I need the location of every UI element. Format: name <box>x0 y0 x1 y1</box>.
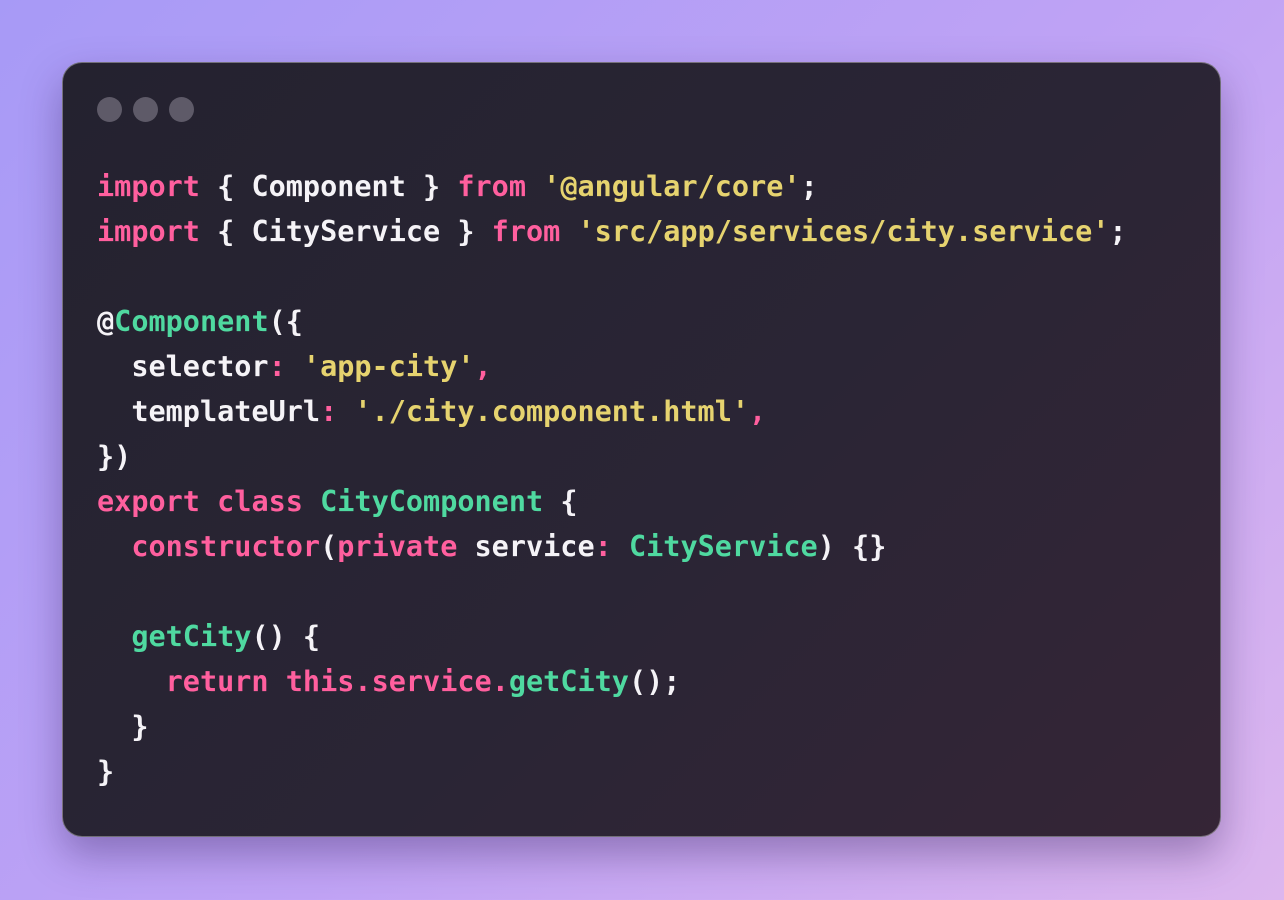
code-token-keyword: class <box>217 485 303 518</box>
code-token-func: CityService <box>628 530 818 563</box>
code-token-keyword: import <box>97 170 200 203</box>
code-line: } <box>97 704 1127 749</box>
code-token-plain: (); <box>628 665 681 698</box>
code-token-punct: : <box>320 395 355 428</box>
code-token-func: getCity <box>131 620 252 653</box>
code-token-func: getCity <box>508 665 629 698</box>
code-token-punct: : <box>268 350 303 383</box>
code-token-plain: ({ <box>268 305 303 338</box>
code-line: import { Component } from '@angular/core… <box>97 164 1127 209</box>
code-token-plain: templateUrl <box>97 395 321 428</box>
code-token-punct: . <box>354 665 372 698</box>
code-token-punct: . <box>491 665 509 698</box>
code-token-string: './city.component.html' <box>354 395 750 428</box>
code-token-plain: ) {} <box>817 530 887 563</box>
code-token-plain: CityService <box>251 215 441 248</box>
code-token-keyword: constructor <box>131 530 321 563</box>
code-token-plain: } <box>97 710 149 743</box>
code-token-keyword: import <box>97 215 200 248</box>
code-token-plain: Component <box>251 170 406 203</box>
code-token-plain: } <box>405 170 458 203</box>
code-line: getCity() { <box>97 614 1127 659</box>
code-line: import { CityService } from 'src/app/ser… <box>97 209 1127 254</box>
code-token-string: 'src/app/services/city.service' <box>577 215 1110 248</box>
code-line: }) <box>97 434 1127 479</box>
code-token-plain: ( <box>320 530 338 563</box>
code-token-plain: selector <box>97 350 269 383</box>
code-token-plain: { <box>199 215 252 248</box>
code-token-keyword: service <box>371 665 492 698</box>
code-token-plain: service <box>457 530 595 563</box>
code-line: templateUrl: './city.component.html', <box>97 389 1127 434</box>
code-token-plain: { <box>199 170 252 203</box>
code-window: import { Component } from '@angular/core… <box>62 62 1221 837</box>
code-token-func: CityComponent <box>320 485 544 518</box>
code-token-plain: { <box>543 485 578 518</box>
minimize-dot-icon[interactable] <box>133 97 158 122</box>
code-token-plain: ; <box>800 170 818 203</box>
code-token-keyword: return <box>165 665 269 698</box>
code-token-plain: } <box>97 755 115 788</box>
code-token-keyword: from <box>491 215 561 248</box>
code-token-keyword: export <box>97 485 200 518</box>
code-line: constructor(private service: CityService… <box>97 524 1127 569</box>
code-token-punct: , <box>474 350 492 383</box>
code-token-string: '@angular/core' <box>543 170 801 203</box>
code-token-plain: @ <box>97 305 115 338</box>
code-line: selector: 'app-city', <box>97 344 1127 389</box>
code-token-plain: }) <box>97 440 132 473</box>
code-token-plain: () { <box>251 620 321 653</box>
code-token-plain: ; <box>1109 215 1127 248</box>
code-block: import { Component } from '@angular/core… <box>97 164 1127 794</box>
code-line: return this.service.getCity(); <box>97 659 1127 704</box>
code-token-func: Component <box>114 305 269 338</box>
code-token-punct: : <box>594 530 629 563</box>
code-token-keyword: private <box>337 530 458 563</box>
code-line: export class CityComponent { <box>97 479 1127 524</box>
code-token-plain: } <box>440 215 492 248</box>
close-dot-icon[interactable] <box>97 97 122 122</box>
zoom-dot-icon[interactable] <box>169 97 194 122</box>
code-token-punct: , <box>749 395 767 428</box>
code-token-string: 'app-city' <box>302 350 475 383</box>
code-line: @Component({ <box>97 299 1127 344</box>
window-controls <box>97 97 194 122</box>
code-line: } <box>97 749 1127 794</box>
code-token-keyword: from <box>457 170 526 203</box>
code-token-keyword: this <box>285 665 355 698</box>
